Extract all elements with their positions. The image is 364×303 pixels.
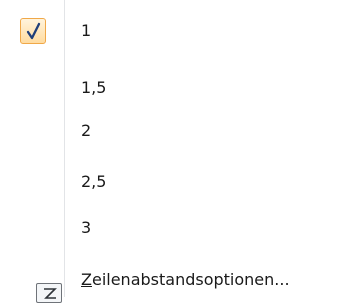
line-spacing-options-label: Zeilenabstandsoptionen... xyxy=(81,271,290,289)
checked-indicator xyxy=(20,18,46,44)
menu-item-spacing-2[interactable]: 2 xyxy=(0,108,364,154)
menu-item-label: 2 xyxy=(81,121,92,140)
menu-item-spacing-2-5[interactable]: 2,5 xyxy=(0,159,364,205)
line-spacing-menu: 1 1,5 2 2,5 3 Zeilenabstandsoptionen... xyxy=(0,0,364,303)
mnemonic-letter: Z xyxy=(81,270,92,289)
menu-item-spacing-1[interactable]: 1 xyxy=(0,8,364,54)
menu-item-label: 3 xyxy=(81,218,92,237)
dialog-launcher-icon xyxy=(36,283,62,303)
options-label-text: eilenabstandsoptionen... xyxy=(91,270,290,289)
menu-item-label: 2,5 xyxy=(81,172,107,191)
menu-item-spacing-1-5[interactable]: 1,5 xyxy=(0,65,364,111)
menu-item-label: 1 xyxy=(81,21,92,40)
checkmark-icon xyxy=(26,22,41,40)
menu-item-spacing-3[interactable]: 3 xyxy=(0,205,364,251)
menu-item-label: 1,5 xyxy=(81,78,107,97)
